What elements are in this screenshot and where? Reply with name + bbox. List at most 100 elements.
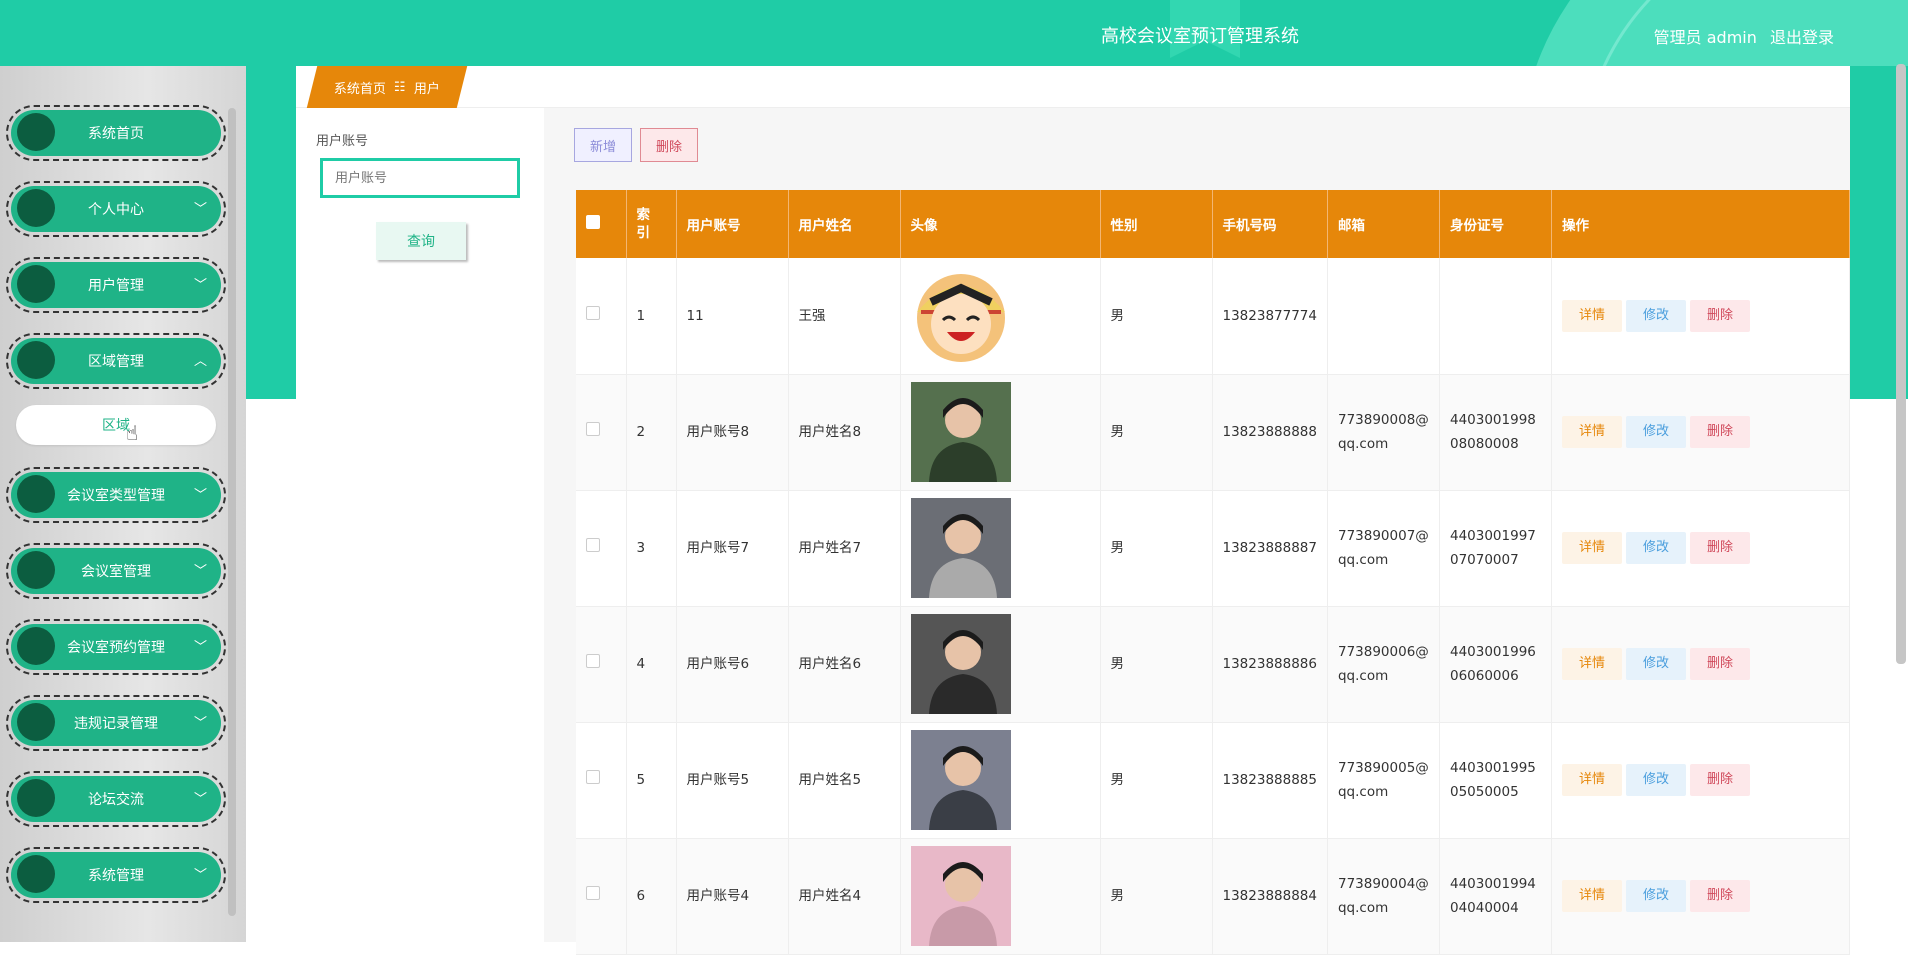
name-cell: 用户姓名7: [788, 490, 901, 607]
actions-cell: 详情 修改 删除: [1551, 606, 1851, 723]
edit-button[interactable]: 修改: [1625, 416, 1686, 448]
name-cell: 用户姓名5: [788, 722, 901, 839]
user-label: 管理员 admin: [1653, 28, 1757, 47]
email-cell: 773890008@qq.com: [1327, 374, 1440, 491]
detail-button[interactable]: 详情: [1561, 532, 1622, 564]
sidebar-item-profile[interactable]: 个人中心 ﹀: [6, 181, 226, 237]
index-cell: 5: [626, 722, 677, 839]
detail-button[interactable]: 详情: [1561, 416, 1622, 448]
batch-delete-button[interactable]: 删除: [640, 128, 698, 162]
search-input[interactable]: [320, 158, 520, 198]
row-checkbox[interactable]: [586, 886, 600, 900]
detail-button[interactable]: 详情: [1561, 880, 1622, 912]
gender-cell: 男: [1100, 258, 1213, 375]
sidebar-item-room[interactable]: 会议室管理 ﹀: [6, 543, 226, 599]
name-header: 用户姓名: [788, 190, 901, 258]
chevron-down-icon: ﹀: [193, 488, 207, 503]
menu-dot-icon: [17, 703, 55, 741]
row-select-cell: [576, 606, 627, 723]
delete-button[interactable]: 删除: [1689, 764, 1750, 796]
sidebar-item-users[interactable]: 用户管理 ﹀: [6, 257, 226, 313]
page-scrollbar[interactable]: [1896, 64, 1906, 664]
main-panel: 新增 删除 索引 用户账号 用户姓名 头像 性别 手机号码 邮箱 身份证号 操作…: [544, 108, 1851, 955]
menu-dot-icon: [17, 341, 55, 379]
user-table: 索引 用户账号 用户姓名 头像 性别 手机号码 邮箱 身份证号 操作 1 11 王强…: [576, 190, 1851, 955]
account-cell: 11: [676, 258, 789, 375]
row-checkbox[interactable]: [586, 770, 600, 784]
account-cell: 用户账号6: [676, 606, 789, 723]
breadcrumb-bar: 系统首页 ☷ 用户: [296, 66, 1850, 108]
detail-button[interactable]: 详情: [1561, 648, 1622, 680]
content-area: 系统首页 ☷ 用户 用户账号 查询 新增 删除 索引 用户账号 用户姓名 头像 …: [296, 66, 1851, 955]
idcard-text: 440300199808080008: [1449, 412, 1536, 452]
phone-cell: 13823877774: [1212, 258, 1328, 375]
idcard-cell: 440300199404040004: [1439, 838, 1552, 955]
edit-button[interactable]: 修改: [1625, 648, 1686, 680]
menu-dot-icon: [17, 475, 55, 513]
idcard-text: 440300199404040004: [1449, 876, 1536, 916]
idcard-cell: 440300199505050005: [1439, 722, 1552, 839]
sidebar-item-label: 系统首页: [88, 126, 144, 142]
chevron-down-icon: ﹀: [193, 278, 207, 293]
avatar-photo-image: [910, 382, 1011, 482]
sidebar-item-pill: 违规记录管理 ﹀: [11, 700, 221, 746]
actions-cell: 详情 修改 删除: [1551, 374, 1851, 491]
menu-dot-icon: [17, 855, 55, 893]
select-all-checkbox[interactable]: [586, 215, 600, 229]
sidebar-item-violation[interactable]: 违规记录管理 ﹀: [6, 695, 226, 751]
sidebar-item-home[interactable]: 系统首页: [6, 105, 226, 161]
menu-dot-icon: [17, 627, 55, 665]
sidebar-item-label: 会议室预约管理: [67, 640, 165, 656]
edit-button[interactable]: 修改: [1625, 532, 1686, 564]
edit-button[interactable]: 修改: [1625, 880, 1686, 912]
top-bar: 高校会议室预订管理系统 管理员 admin 退出登录: [0, 0, 1908, 66]
chevron-down-icon: ﹀: [193, 640, 207, 655]
edit-button[interactable]: 修改: [1625, 764, 1686, 796]
delete-button[interactable]: 删除: [1689, 648, 1750, 680]
sidebar-item-label: 违规记录管理: [74, 716, 158, 732]
search-button[interactable]: 查询: [376, 222, 466, 260]
select-all-header: [576, 190, 627, 258]
email-text: 773890006@qq.com: [1337, 644, 1429, 684]
table-row: 2 用户账号8 用户姓名8 男 13823888888 773890008@qq.com 4…: [576, 374, 1851, 491]
idcard-cell: [1439, 258, 1552, 375]
sidebar-subitem-region[interactable]: 区域: [16, 405, 216, 445]
index-cell: 2: [626, 374, 677, 491]
delete-button[interactable]: 删除: [1689, 532, 1750, 564]
sidebar-item-forum[interactable]: 论坛交流 ﹀: [6, 771, 226, 827]
sidebar-item-pill: 会议室类型管理 ﹀: [11, 472, 221, 518]
sidebar-scrollbar[interactable]: [228, 108, 236, 916]
row-select-cell: [576, 490, 627, 607]
row-checkbox[interactable]: [586, 422, 600, 436]
email-text: 773890005@qq.com: [1337, 760, 1429, 800]
row-checkbox[interactable]: [586, 305, 600, 320]
delete-button[interactable]: 删除: [1689, 416, 1750, 448]
breadcrumb-home[interactable]: 系统首页: [334, 78, 386, 97]
gender-cell: 男: [1100, 606, 1213, 723]
chevron-down-icon: ﹀: [193, 202, 207, 217]
sidebar-item-reservation[interactable]: 会议室预约管理 ﹀: [6, 619, 226, 675]
chevron-down-icon: ﹀: [193, 716, 207, 731]
delete-button[interactable]: 删除: [1689, 299, 1750, 332]
sidebar-item-system[interactable]: 系统管理 ﹀: [6, 847, 226, 903]
delete-button[interactable]: 删除: [1689, 880, 1750, 912]
detail-button[interactable]: 详情: [1561, 764, 1622, 796]
phone-cell: 13823888888: [1212, 374, 1328, 491]
index-cell: 3: [626, 490, 677, 607]
avatar-photo-image: [910, 846, 1011, 946]
account-cell: 用户账号8: [676, 374, 789, 491]
sidebar-item-room-type[interactable]: 会议室类型管理 ﹀: [6, 467, 226, 523]
logout-button[interactable]: 退出登录: [1770, 28, 1834, 47]
sidebar-item-pill: 系统管理 ﹀: [11, 852, 221, 898]
detail-button[interactable]: 详情: [1561, 299, 1622, 332]
phone-cell: 13823888884: [1212, 838, 1328, 955]
add-button[interactable]: 新增: [574, 128, 632, 162]
edit-button[interactable]: 修改: [1625, 299, 1686, 332]
table-row: 6 用户账号4 用户姓名4 男 13823888884 773890004@qq.com 4…: [576, 838, 1851, 955]
email-cell: 773890005@qq.com: [1327, 722, 1440, 839]
sidebar-item-label: 用户管理: [88, 278, 144, 294]
row-checkbox[interactable]: [586, 538, 600, 552]
chevron-up-icon: ︿: [193, 354, 207, 369]
sidebar-item-region[interactable]: 区域管理 ︿: [6, 333, 226, 389]
row-checkbox[interactable]: [586, 654, 600, 668]
